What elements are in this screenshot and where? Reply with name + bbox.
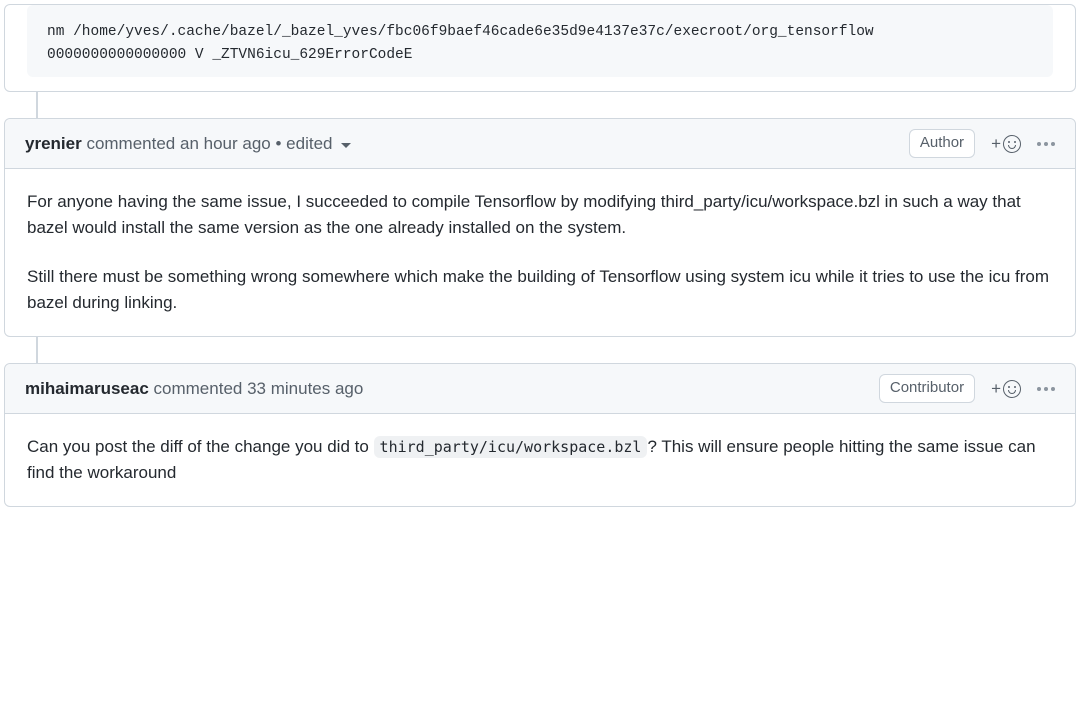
timestamp-link[interactable]: an hour ago: [180, 131, 271, 157]
username-link[interactable]: mihaimaruseac: [25, 376, 149, 402]
comment-header: yrenier commented an hour ago • edited A…: [5, 119, 1075, 169]
code-line-1: nm /home/yves/.cache/bazel/_bazel_yves/f…: [47, 24, 874, 40]
text-span: Can you post the diff of the change you …: [27, 437, 374, 456]
add-reaction-button[interactable]: +: [991, 131, 1021, 157]
smiley-icon: [1003, 380, 1021, 398]
timestamp-link[interactable]: 33 minutes ago: [247, 376, 363, 402]
kebab-menu-button[interactable]: [1037, 387, 1055, 391]
timeline-connector: [0, 92, 1080, 118]
code-block-container: nm /home/yves/.cache/bazel/_bazel_yves/f…: [4, 4, 1076, 92]
comment-paragraph: Still there must be something wrong some…: [27, 264, 1053, 317]
contributor-badge: Contributor: [879, 374, 975, 403]
edited-label: edited: [286, 134, 332, 153]
comment-1: yrenier commented an hour ago • edited A…: [4, 118, 1076, 337]
comment-meta: yrenier commented an hour ago • edited: [25, 131, 351, 157]
kebab-menu-button[interactable]: [1037, 142, 1055, 146]
plus-icon: +: [991, 376, 1001, 402]
comment-paragraph: For anyone having the same issue, I succ…: [27, 189, 1053, 242]
chevron-down-icon: [341, 131, 351, 157]
author-badge: Author: [909, 129, 975, 158]
comment-body: Can you post the diff of the change you …: [5, 414, 1075, 507]
edited-dropdown[interactable]: edited: [286, 131, 351, 157]
add-reaction-button[interactable]: +: [991, 376, 1021, 402]
inline-code: third_party/icu/workspace.bzl: [374, 436, 648, 458]
commented-label: commented: [86, 131, 175, 157]
code-block[interactable]: nm /home/yves/.cache/bazel/_bazel_yves/f…: [27, 5, 1053, 77]
comment-meta: mihaimaruseac commented 33 minutes ago: [25, 376, 363, 402]
comment-actions: Author +: [909, 129, 1055, 158]
comment-header: mihaimaruseac commented 33 minutes ago C…: [5, 364, 1075, 414]
commented-label: commented: [154, 376, 243, 402]
plus-icon: +: [991, 131, 1001, 157]
smiley-icon: [1003, 135, 1021, 153]
code-line-2: 0000000000000000 V _ZTVN6icu_629ErrorCod…: [47, 47, 412, 63]
username-link[interactable]: yrenier: [25, 131, 82, 157]
comment-paragraph: Can you post the diff of the change you …: [27, 434, 1053, 487]
comment-body: For anyone having the same issue, I succ…: [5, 169, 1075, 336]
comment-actions: Contributor +: [879, 374, 1055, 403]
timeline-connector: [0, 337, 1080, 363]
comment-2: mihaimaruseac commented 33 minutes ago C…: [4, 363, 1076, 507]
